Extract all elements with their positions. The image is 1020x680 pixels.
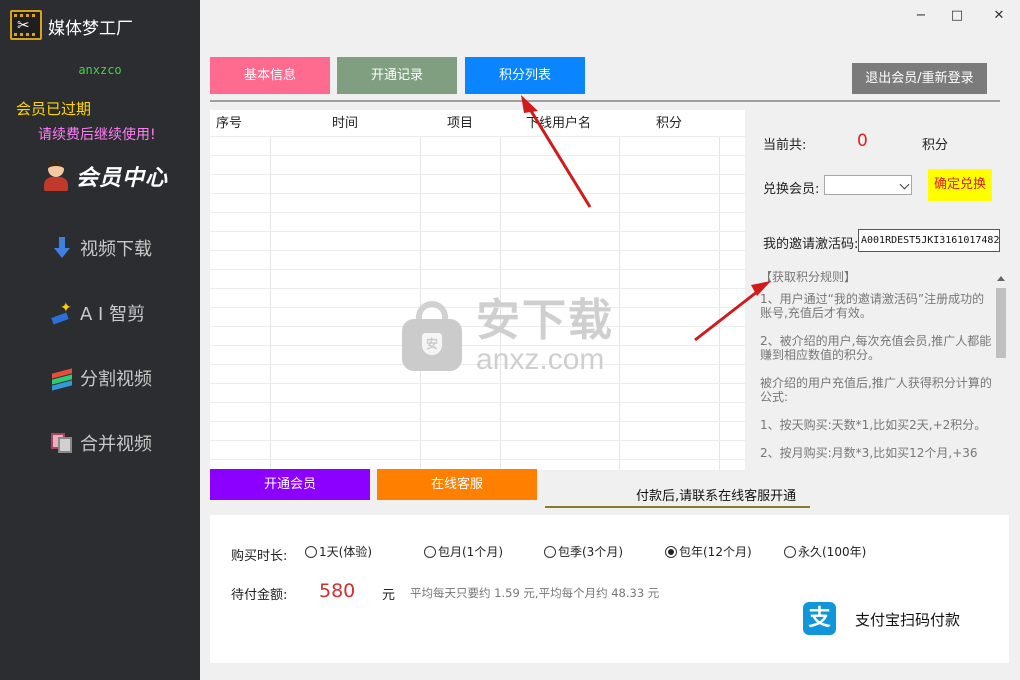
rule-item: 1、按天购买:天数*1,比如买2天,+2积分。: [760, 418, 987, 432]
column-header-time[interactable]: 时间: [332, 110, 358, 136]
merge-files-icon: [50, 431, 74, 455]
nav-ai-clip[interactable]: ✦ A I 智剪: [50, 300, 145, 326]
logout-relogin-button[interactable]: 退出会员/重新登录: [852, 63, 987, 94]
nav-label: 合并视频: [80, 434, 152, 455]
rule-item: 2、被介绍的用户,每次充值会员,推广人都能赚到相应数值的积分。: [760, 334, 992, 362]
radio-icon: [305, 545, 317, 558]
radio-icon: [784, 545, 796, 558]
radio-icon: [424, 545, 436, 558]
watermark-title: 安下载: [476, 295, 614, 346]
redeem-member-label: 兑换会员:: [763, 182, 820, 197]
download-arrow-icon: [50, 236, 74, 260]
sidebar: ✂ 媒体梦工厂 anxzco 会员已过期 请续费后继续使用! 会员中心 视频下载…: [0, 0, 200, 680]
minimize-button[interactable]: −: [910, 6, 932, 26]
column-header-index[interactable]: 序号: [216, 110, 242, 136]
tab-basic-info[interactable]: 基本信息: [210, 57, 330, 94]
table-header: 序号 时间 项目 下线用户名 积分: [210, 110, 745, 136]
column-header-points[interactable]: 积分: [656, 110, 682, 136]
points-unit-label: 积分: [922, 138, 949, 153]
payment-notice: 付款后,请联系在线客服开通: [636, 489, 797, 504]
tab-open-records[interactable]: 开通记录: [337, 57, 457, 94]
column-header-item[interactable]: 项目: [447, 110, 473, 136]
member-avatar-icon: [42, 161, 70, 191]
nav-label: A I 智剪: [80, 304, 146, 325]
open-membership-button[interactable]: 开通会员: [210, 469, 370, 500]
average-price-note: 平均每天只要约 1.59 元,平均每个月约 48.33 元: [410, 586, 660, 600]
option-label: 1天(体验): [319, 545, 372, 559]
invite-code-field[interactable]: A001RDEST5JKI31610174825: [858, 229, 1000, 252]
close-button[interactable]: ✕: [988, 6, 1010, 26]
confirm-redeem-button[interactable]: 确定兑换: [928, 169, 992, 201]
maximize-button[interactable]: □: [946, 6, 968, 26]
online-service-button[interactable]: 在线客服: [377, 469, 537, 500]
option-label: 包年(12个月): [679, 545, 752, 559]
current-points-value: 0: [857, 131, 868, 151]
duration-option-year[interactable]: 包年(12个月): [665, 543, 752, 560]
points-rules-text: 【获取积分规则】 1、用户通过“我的邀请激活码”注册成功的账号,充值后才有效。 …: [760, 270, 994, 470]
app-title: 媒体梦工厂: [48, 19, 133, 39]
option-label: 包月(1个月): [438, 545, 503, 559]
current-points-label: 当前共:: [763, 138, 807, 153]
radio-icon: [544, 545, 556, 558]
nav-split-video[interactable]: 分割视频: [50, 365, 152, 391]
option-label: 永久(100年): [798, 545, 867, 559]
tab-divider: [210, 100, 1000, 102]
username: anxzco: [78, 63, 122, 77]
scroll-up-icon[interactable]: [997, 276, 1005, 281]
member-status: 会员已过期: [16, 100, 92, 118]
shopping-bag-shield-icon: 安: [402, 301, 462, 371]
rule-item: 被介绍的用户充值后,推广人获得积分计算的公式:: [760, 376, 992, 404]
amount-value: 580: [319, 580, 356, 602]
amount-label: 待付金额:: [231, 588, 288, 603]
member-center-heading[interactable]: 会员中心: [42, 160, 168, 192]
radio-selected-icon: [665, 545, 677, 558]
magic-wand-icon: ✦: [50, 300, 74, 325]
alipay-scan-pay-label[interactable]: 支付宝扫码付款: [855, 609, 960, 630]
app-logo-film-scissors-icon: ✂: [10, 10, 42, 40]
duration-option-forever[interactable]: 永久(100年): [784, 543, 866, 560]
chevron-down-icon: [899, 179, 910, 190]
member-center-label: 会员中心: [76, 165, 169, 191]
duration-label: 购买时长:: [231, 549, 288, 564]
tab-points-list[interactable]: 积分列表: [465, 57, 585, 94]
nav-video-download[interactable]: 视频下载: [50, 235, 152, 261]
alipay-icon[interactable]: 支: [803, 602, 836, 635]
watermark-logo: 安 安下载 anxz.com: [402, 297, 614, 375]
column-header-downline-user[interactable]: 下线用户名: [526, 110, 591, 136]
redeem-member-select[interactable]: [824, 175, 912, 195]
split-layers-icon: [50, 366, 74, 391]
option-label: 包季(3个月): [558, 545, 623, 559]
points-table[interactable]: 序号 时间 项目 下线用户名 积分: [210, 110, 745, 470]
notice-underline: [545, 506, 810, 508]
nav-label: 视频下载: [80, 239, 152, 260]
nav-merge-video[interactable]: 合并视频: [50, 430, 152, 456]
nav-label: 分割视频: [80, 369, 152, 390]
duration-option-month[interactable]: 包月(1个月): [424, 543, 503, 560]
scrollbar-thumb[interactable]: [996, 288, 1006, 358]
rules-title: 【获取积分规则】: [760, 270, 857, 284]
duration-option-quarter[interactable]: 包季(3个月): [544, 543, 623, 560]
currency-label: 元: [382, 588, 396, 603]
rules-scrollbar[interactable]: [994, 272, 1008, 470]
renew-hint: 请续费后继续使用!: [38, 127, 156, 143]
watermark-domain: anxz.com: [476, 343, 605, 376]
rule-item: 2、按月购买:月数*3,比如买12个月,+36: [760, 446, 978, 460]
invite-code-label: 我的邀请激活码:: [763, 237, 859, 252]
rule-item: 1、用户通过“我的邀请激活码”注册成功的账号,充值后才有效。: [760, 292, 985, 320]
duration-option-1day[interactable]: 1天(体验): [305, 543, 372, 560]
